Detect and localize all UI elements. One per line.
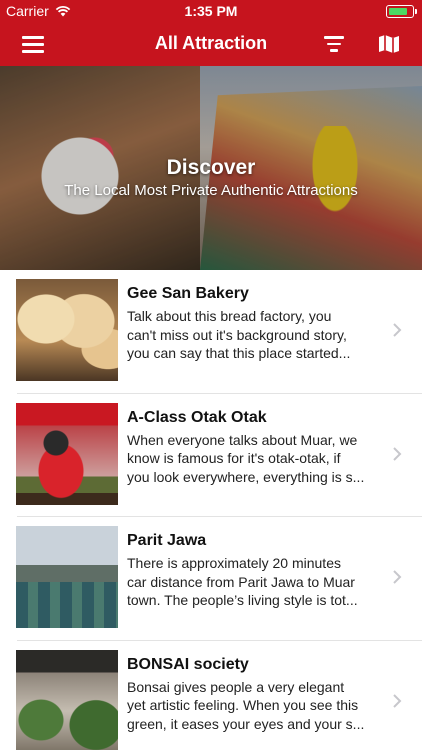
chevron-right-icon — [393, 323, 402, 337]
list-item[interactable]: Gee San Bakery Talk about this bread fac… — [0, 270, 422, 394]
list-item[interactable]: Parit Jawa There is approximately 20 min… — [0, 517, 422, 641]
map-icon[interactable] — [378, 33, 400, 55]
navigation-bar: All Attraction — [0, 22, 422, 66]
item-title: A-Class Otak Otak — [127, 408, 267, 426]
chevron-right-icon — [393, 446, 402, 461]
item-description: There is approximately 20 minutes car di… — [127, 555, 358, 608]
battery-icon — [386, 5, 417, 18]
status-time: 1:35 PM — [184, 3, 238, 19]
hero-subtitle: The Local Most Private Authentic Attract… — [64, 182, 358, 199]
item-description: Bonsai gives people a very elegant yet a… — [127, 678, 365, 732]
item-title: Gee San Bakery — [127, 285, 249, 302]
filter-icon[interactable] — [324, 36, 344, 52]
bonsai-thumbnail — [16, 649, 118, 750]
chevron-right-icon — [393, 693, 402, 708]
hero-title: Discover — [166, 156, 256, 179]
attraction-list: Gee San Bakery Talk about this bread fac… — [0, 270, 422, 750]
chevron-right-icon — [393, 570, 402, 584]
parit-jawa-thumbnail — [16, 526, 118, 628]
item-description: When everyone talks about Muar, we know … — [127, 431, 365, 485]
item-title: Parit Jawa — [127, 532, 207, 549]
page-title: All Attraction — [154, 33, 268, 53]
otak-otak-thumbnail — [16, 402, 118, 505]
list-item[interactable]: BONSAI society Bonsai gives people a ver… — [0, 641, 422, 750]
bakery-thumbnail — [16, 279, 118, 381]
list-item[interactable]: A-Class Otak Otak When everyone talks ab… — [0, 394, 422, 517]
battery-level — [388, 7, 408, 15]
item-title: BONSAI society — [127, 655, 249, 673]
top-bar: Carrier 1:35 PM All Attraction — [0, 0, 422, 66]
item-description: Talk about this bread factory, you can't… — [127, 308, 351, 361]
hero-banner[interactable]: Discover The Local Most Private Authenti… — [0, 66, 422, 270]
status-bar: Carrier 1:35 PM — [0, 0, 422, 22]
